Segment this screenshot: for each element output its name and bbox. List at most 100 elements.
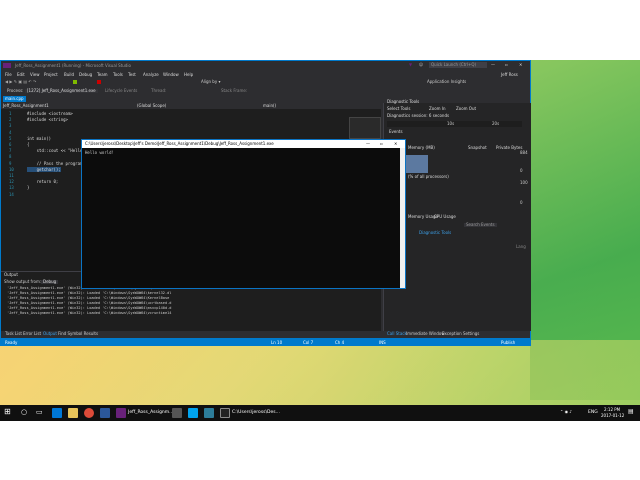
chrome-icon[interactable] — [84, 408, 94, 418]
notification-icon[interactable]: ▤ — [628, 409, 634, 415]
menu-file[interactable]: File — [5, 72, 12, 77]
publish-button[interactable]: Publish — [501, 340, 515, 345]
line-number: 14 — [9, 191, 14, 197]
code-line[interactable]: int main() — [27, 136, 51, 141]
tab-find-symbol-results[interactable]: Find Symbol Results — [56, 331, 100, 337]
app-icon-2[interactable] — [188, 408, 198, 418]
menu-project[interactable]: Project — [44, 72, 58, 77]
code-line[interactable]: } — [27, 185, 29, 190]
code-line[interactable]: return 0; — [27, 179, 59, 184]
menu-build[interactable]: Build — [64, 72, 74, 77]
menu-help[interactable]: Help — [184, 72, 193, 77]
line-number: 9 — [9, 160, 12, 166]
app-icon-1[interactable] — [172, 408, 182, 418]
tab-call-stack[interactable]: Call Stack — [387, 332, 407, 336]
cpu-section[interactable]: (% of all processors) — [408, 175, 449, 179]
output-source-select[interactable]: Debug — [41, 280, 59, 284]
clock-time[interactable]: 2:12 PM — [604, 408, 620, 412]
code-line[interactable]: { — [27, 142, 29, 147]
quick-launch-placeholder: Quick Launch (Ctrl+Q) — [431, 62, 477, 67]
menu-team[interactable]: Team — [97, 72, 108, 77]
status-char: Ch 4 — [335, 339, 345, 345]
code-line[interactable]: #include <string> — [27, 117, 68, 122]
menu-debug[interactable]: Debug — [79, 72, 92, 77]
maximize-button[interactable]: ▫ — [505, 62, 508, 67]
app-icon-3[interactable] — [204, 408, 214, 418]
top-letterbox — [0, 0, 640, 60]
process-select[interactable]: [1272] Jeff_Ross_Assignment1.exe — [25, 89, 98, 93]
console-close-button[interactable]: ✕ — [394, 141, 397, 146]
filter-icon[interactable]: ▼ — [409, 63, 412, 67]
diag-title: Diagnostic Tools — [387, 99, 420, 104]
code-line[interactable]: #include <iostream> — [27, 111, 73, 116]
visual-studio-taskbar-icon[interactable] — [116, 408, 126, 418]
feedback-icon[interactable]: ☺ — [419, 63, 423, 67]
memory-axis-max: 884 — [520, 150, 528, 155]
console-taskbar-icon[interactable] — [220, 408, 230, 418]
document-tab-row: main.cpp — [1, 96, 381, 103]
task-view-icon[interactable]: ▭ — [36, 409, 43, 416]
console-window[interactable]: C:\Users\jeross\Desktop\Jeff's Demo\Jeff… — [81, 139, 406, 289]
memory-section[interactable]: Memory (MB) — [408, 146, 435, 150]
menu-window[interactable]: Window — [163, 72, 179, 77]
search-events-input[interactable]: Search Events — [464, 223, 497, 227]
output-text[interactable]: 'Jeff_Ross_Assignment1.exe' (Win32): Unl… — [1, 286, 381, 326]
timeline-tick-10s: 10s — [447, 121, 455, 126]
quick-launch-input[interactable]: Quick Launch (Ctrl+Q) — [429, 62, 487, 68]
user-name[interactable]: Jeff Ross — [501, 72, 518, 77]
scope-global-select[interactable]: (Global Scope) — [137, 104, 166, 108]
events-section[interactable]: Events — [389, 130, 403, 134]
scope-function-select[interactable]: main() — [263, 104, 276, 108]
zoom-out-button[interactable]: Zoom Out — [456, 107, 476, 111]
line-number: 13 — [9, 185, 14, 191]
file-explorer-icon[interactable] — [68, 408, 78, 418]
output-line: 'Jeff_Ross_Assignment1.exe' (Win32): Loa… — [7, 291, 172, 295]
console-titlebar[interactable]: C:\Users\jeross\Desktop\Jeff's Demo\Jeff… — [82, 140, 405, 148]
status-ready: Ready — [5, 339, 18, 345]
vs-titlebar: Jeff_Ross_Assignment1 (Running) - Micros… — [1, 61, 530, 70]
tab-immediate-window[interactable]: Immediate Window — [406, 332, 445, 336]
code-line[interactable]: std::cout << "Hello — [27, 148, 83, 153]
word-icon[interactable] — [100, 408, 110, 418]
search-icon[interactable]: ○ — [21, 409, 27, 416]
console-minimize-button[interactable]: — — [366, 141, 370, 146]
clock-date[interactable]: 2017-01-12 — [601, 414, 624, 418]
console-output: Hello world! — [85, 150, 114, 155]
menu-test[interactable]: Test — [128, 72, 136, 77]
console-scrollbar[interactable] — [400, 148, 405, 288]
menu-tools[interactable]: Tools — [113, 72, 123, 77]
close-button[interactable]: ✕ — [519, 62, 522, 67]
cpu-usage-tab[interactable]: CPU Usage — [434, 215, 456, 219]
window-title: Jeff_Ross_Assignment1 (Running) - Micros… — [15, 62, 131, 68]
console-maximize-button[interactable]: ▫ — [380, 141, 383, 146]
code-minimap[interactable] — [349, 117, 381, 139]
lifecycle-events-select[interactable]: Lifecycle Events — [105, 89, 137, 93]
tab-exception-settings[interactable]: Exception Settings — [442, 332, 479, 336]
toolbar-buttons-icon[interactable]: ◀ ▶ ✎ ▣ ▤ ↶ ↷ — [5, 80, 36, 84]
language-indicator[interactable]: ENG — [588, 410, 598, 415]
taskbar-vs-label[interactable]: Jeff_Ross_Assignm... — [128, 410, 173, 415]
scope-project-select[interactable]: Jeff_Ross_Assignment1 — [3, 104, 49, 108]
output-title: Output — [4, 272, 18, 277]
timeline-ruler[interactable]: 10s 20s — [387, 121, 522, 127]
menu-edit[interactable]: Edit — [17, 72, 25, 77]
code-line[interactable]: getchar(); — [27, 166, 61, 172]
minimize-button[interactable]: — — [491, 62, 495, 67]
select-tools-button[interactable]: Select Tools — [387, 107, 410, 111]
tab-error-list[interactable]: Error List — [21, 331, 43, 337]
continue-icon[interactable] — [73, 80, 77, 84]
status-bar: Ready Ln 10 Col 7 Ch 4 INS Publish — [1, 338, 530, 346]
stop-icon[interactable] — [97, 80, 101, 84]
edge-icon[interactable] — [52, 408, 62, 418]
menu-view[interactable]: View — [30, 72, 40, 77]
zoom-in-button[interactable]: Zoom In — [429, 107, 446, 111]
start-windows-icon[interactable]: ⊞ — [4, 408, 11, 416]
app-insights-button[interactable]: Application Insights — [427, 80, 466, 84]
console-title: C:\Users\jeross\Desktop\Jeff's Demo\Jeff… — [85, 141, 274, 146]
menu-analyze[interactable]: Analyze — [143, 72, 159, 77]
tray-icons[interactable]: ⌃ ◉ ♪ — [560, 410, 572, 414]
tab-diagnostic-tools[interactable]: Diagnostic Tools — [419, 231, 451, 235]
tab-main-cpp[interactable]: main.cpp — [3, 96, 26, 102]
code-line[interactable]: // Pass the program — [27, 161, 83, 166]
taskbar-console-label[interactable]: C:\Users\jeross\Des... — [232, 410, 280, 415]
